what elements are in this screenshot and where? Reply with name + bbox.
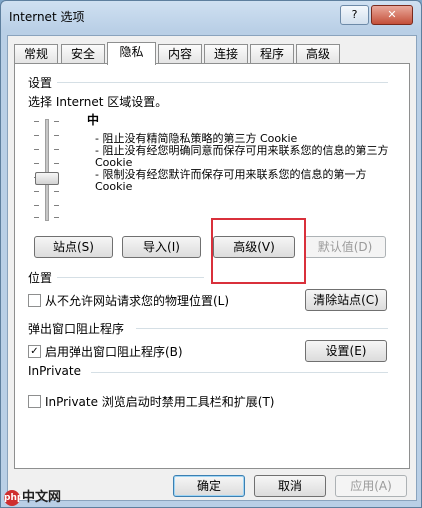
privacy-level-label: 中 (87, 113, 100, 127)
slider-tick (34, 135, 39, 136)
slider-tick (34, 121, 39, 122)
default-button[interactable]: 默认值(D) (304, 236, 386, 258)
ok-button[interactable]: 确定 (173, 475, 245, 497)
title-bar: Internet 选项 ? ✕ (1, 1, 421, 31)
help-button[interactable]: ? (340, 5, 369, 25)
php-logo-icon: php (4, 489, 23, 506)
zone-instruction: 选择 Internet 区域设置。 (28, 95, 168, 109)
slider-thumb[interactable] (35, 172, 59, 185)
location-checkbox-label: 从不允许网站请求您的物理位置(L) (45, 294, 230, 308)
inprivate-heading: InPrivate (28, 364, 81, 378)
tab-security[interactable]: 安全 (61, 44, 105, 64)
location-checkbox-row[interactable]: 从不允许网站请求您的物理位置(L) (28, 292, 229, 309)
inprivate-checkbox[interactable] (28, 395, 41, 408)
description-line: - 限制没有经您默许而保存可用来联系您的信息的第一方 Cookie (95, 168, 367, 193)
slider-tick (54, 135, 59, 136)
apply-button[interactable]: 应用(A) (335, 475, 407, 497)
tab-general[interactable]: 常规 (14, 44, 58, 64)
slider-tick (54, 149, 59, 150)
slider-tick (34, 149, 39, 150)
import-button[interactable]: 导入(I) (122, 236, 201, 258)
popup-checkbox-label: 启用弹出窗口阻止程序(B) (45, 345, 183, 359)
slider-tick (34, 191, 39, 192)
close-button[interactable]: ✕ (371, 5, 413, 25)
popup-checkbox-row[interactable]: ✓ 启用弹出窗口阻止程序(B) (28, 343, 183, 360)
cancel-button[interactable]: 取消 (254, 475, 326, 497)
settings-heading: 设置 (28, 76, 53, 90)
tab-advanced[interactable]: 高级 (296, 44, 340, 64)
slider-tick (54, 217, 59, 218)
popup-divider (136, 328, 388, 329)
slider-tick (54, 163, 59, 164)
slider-track[interactable] (45, 119, 49, 221)
location-checkbox[interactable] (28, 294, 41, 307)
privacy-level-description: - 阻止没有精简隐私策略的第三方 Cookie - 阻止没有经您明确同意而保存可… (95, 133, 395, 193)
tab-programs[interactable]: 程序 (250, 44, 294, 64)
tab-privacy[interactable]: 隐私 (107, 42, 156, 65)
sites-button[interactable]: 站点(S) (34, 236, 113, 258)
popup-settings-button[interactable]: 设置(E) (305, 340, 387, 362)
watermark-text: 中文网 (22, 490, 62, 505)
internet-options-dialog: Internet 选项 ? ✕ 常规 安全 隐私 内容 连接 程序 高级 设置 … (0, 0, 422, 508)
slider-tick (54, 205, 59, 206)
clear-sites-button[interactable]: 清除站点(C) (305, 289, 387, 311)
window-title: Internet 选项 (9, 10, 85, 24)
location-heading: 位置 (28, 271, 53, 285)
site-watermark: php中文网 (4, 486, 61, 506)
tab-content[interactable]: 内容 (158, 44, 202, 64)
slider-tick (54, 121, 59, 122)
location-divider (57, 277, 204, 278)
inprivate-checkbox-row[interactable]: InPrivate 浏览启动时禁用工具栏和扩展(T) (28, 393, 275, 410)
slider-tick (54, 191, 59, 192)
description-line: - 阻止没有经您明确同意而保存可用来联系您的信息的第三方 Cookie (95, 144, 389, 169)
tab-connections[interactable]: 连接 (204, 44, 248, 64)
popup-checkbox[interactable]: ✓ (28, 345, 41, 358)
slider-tick (34, 217, 39, 218)
inprivate-divider (91, 372, 388, 373)
settings-divider (57, 82, 388, 83)
slider-tick (34, 163, 39, 164)
inprivate-checkbox-label: InPrivate 浏览启动时禁用工具栏和扩展(T) (45, 395, 275, 409)
popup-blocker-heading: 弹出窗口阻止程序 (28, 322, 125, 336)
slider-tick (34, 205, 39, 206)
annotation-highlight-box (211, 218, 306, 284)
